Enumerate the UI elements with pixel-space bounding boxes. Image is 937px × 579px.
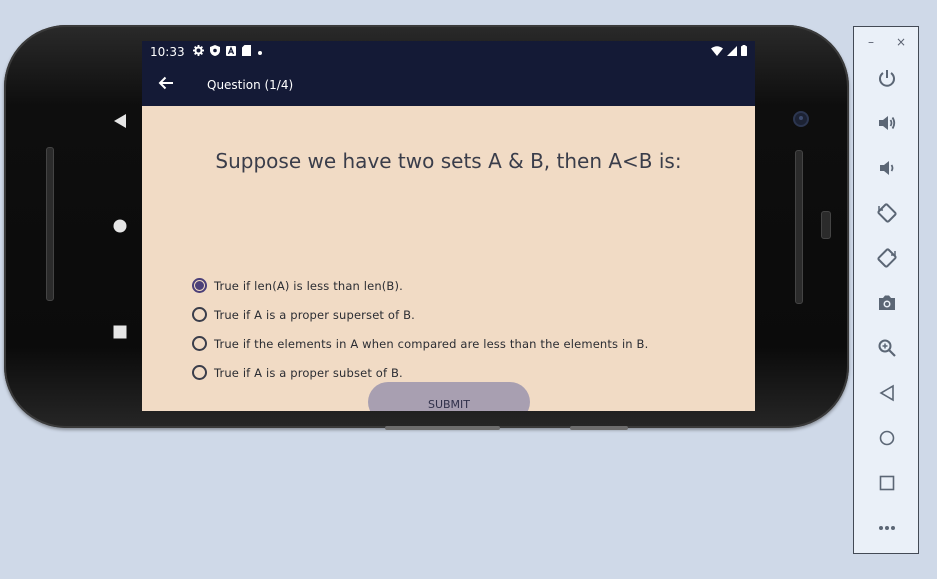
- rotate-right-icon[interactable]: [872, 243, 902, 273]
- device-screen: 10:33 Question (1/4) Suppose we have two…: [142, 41, 755, 411]
- volume-up-icon[interactable]: [872, 108, 902, 138]
- submit-button[interactable]: SUBMIT: [368, 382, 530, 411]
- back-icon[interactable]: [872, 378, 902, 408]
- sd-card-icon: [241, 45, 251, 59]
- overview-icon[interactable]: [872, 468, 902, 498]
- notification-dot-icon: [257, 46, 263, 59]
- settings-icon: [192, 45, 204, 59]
- zoom-icon[interactable]: [872, 333, 902, 363]
- question-text: Suppose we have two sets A & B, then A<B…: [215, 149, 682, 173]
- answer-options: True if len(A) is less than len(B). True…: [192, 271, 648, 387]
- font-icon: [225, 45, 236, 59]
- phone-speaker-right: [795, 150, 803, 304]
- option-label: True if the elements in A when compared …: [214, 336, 649, 351]
- option-label: True if A is a proper subset of B.: [214, 365, 403, 380]
- radio-unchecked-icon[interactable]: [192, 365, 207, 380]
- app-bar: Question (1/4): [142, 63, 755, 106]
- option-label: True if len(A) is less than len(B).: [214, 278, 403, 293]
- status-time: 10:33: [150, 45, 185, 59]
- option-2[interactable]: True if A is a proper superset of B.: [192, 300, 648, 329]
- option-1[interactable]: True if len(A) is less than len(B).: [192, 271, 648, 300]
- phone-speaker-left: [46, 147, 54, 301]
- radio-checked-icon[interactable]: [192, 278, 207, 293]
- home-icon[interactable]: [872, 423, 902, 453]
- device-back-key[interactable]: [110, 111, 130, 131]
- emulator-toolbar: – ×: [853, 26, 919, 554]
- option-label: True if A is a proper superset of B.: [214, 307, 415, 322]
- phone-button-top: [385, 426, 500, 430]
- back-button[interactable]: [142, 63, 190, 106]
- close-button[interactable]: ×: [896, 35, 906, 49]
- more-icon[interactable]: [872, 513, 902, 543]
- rotate-left-icon[interactable]: [872, 198, 902, 228]
- radio-unchecked-icon[interactable]: [192, 307, 207, 322]
- power-icon[interactable]: [872, 63, 902, 93]
- arrow-left-icon: [158, 75, 174, 94]
- option-3[interactable]: True if the elements in A when compared …: [192, 329, 648, 358]
- device-home-key[interactable]: [110, 216, 130, 236]
- signal-icon: [727, 45, 737, 59]
- minimize-button[interactable]: –: [868, 35, 874, 49]
- battery-icon: [741, 45, 747, 59]
- camera-icon[interactable]: [872, 288, 902, 318]
- wifi-icon: [711, 45, 723, 59]
- status-bar: 10:33: [142, 41, 755, 63]
- phone-button-top-2: [570, 426, 628, 430]
- shield-icon: [209, 45, 220, 59]
- phone-sensor: [821, 211, 831, 239]
- device-overview-key[interactable]: [110, 322, 130, 342]
- volume-down-icon[interactable]: [872, 153, 902, 183]
- radio-unchecked-icon[interactable]: [192, 336, 207, 351]
- front-camera: [793, 111, 809, 127]
- page-title: Question (1/4): [207, 77, 294, 92]
